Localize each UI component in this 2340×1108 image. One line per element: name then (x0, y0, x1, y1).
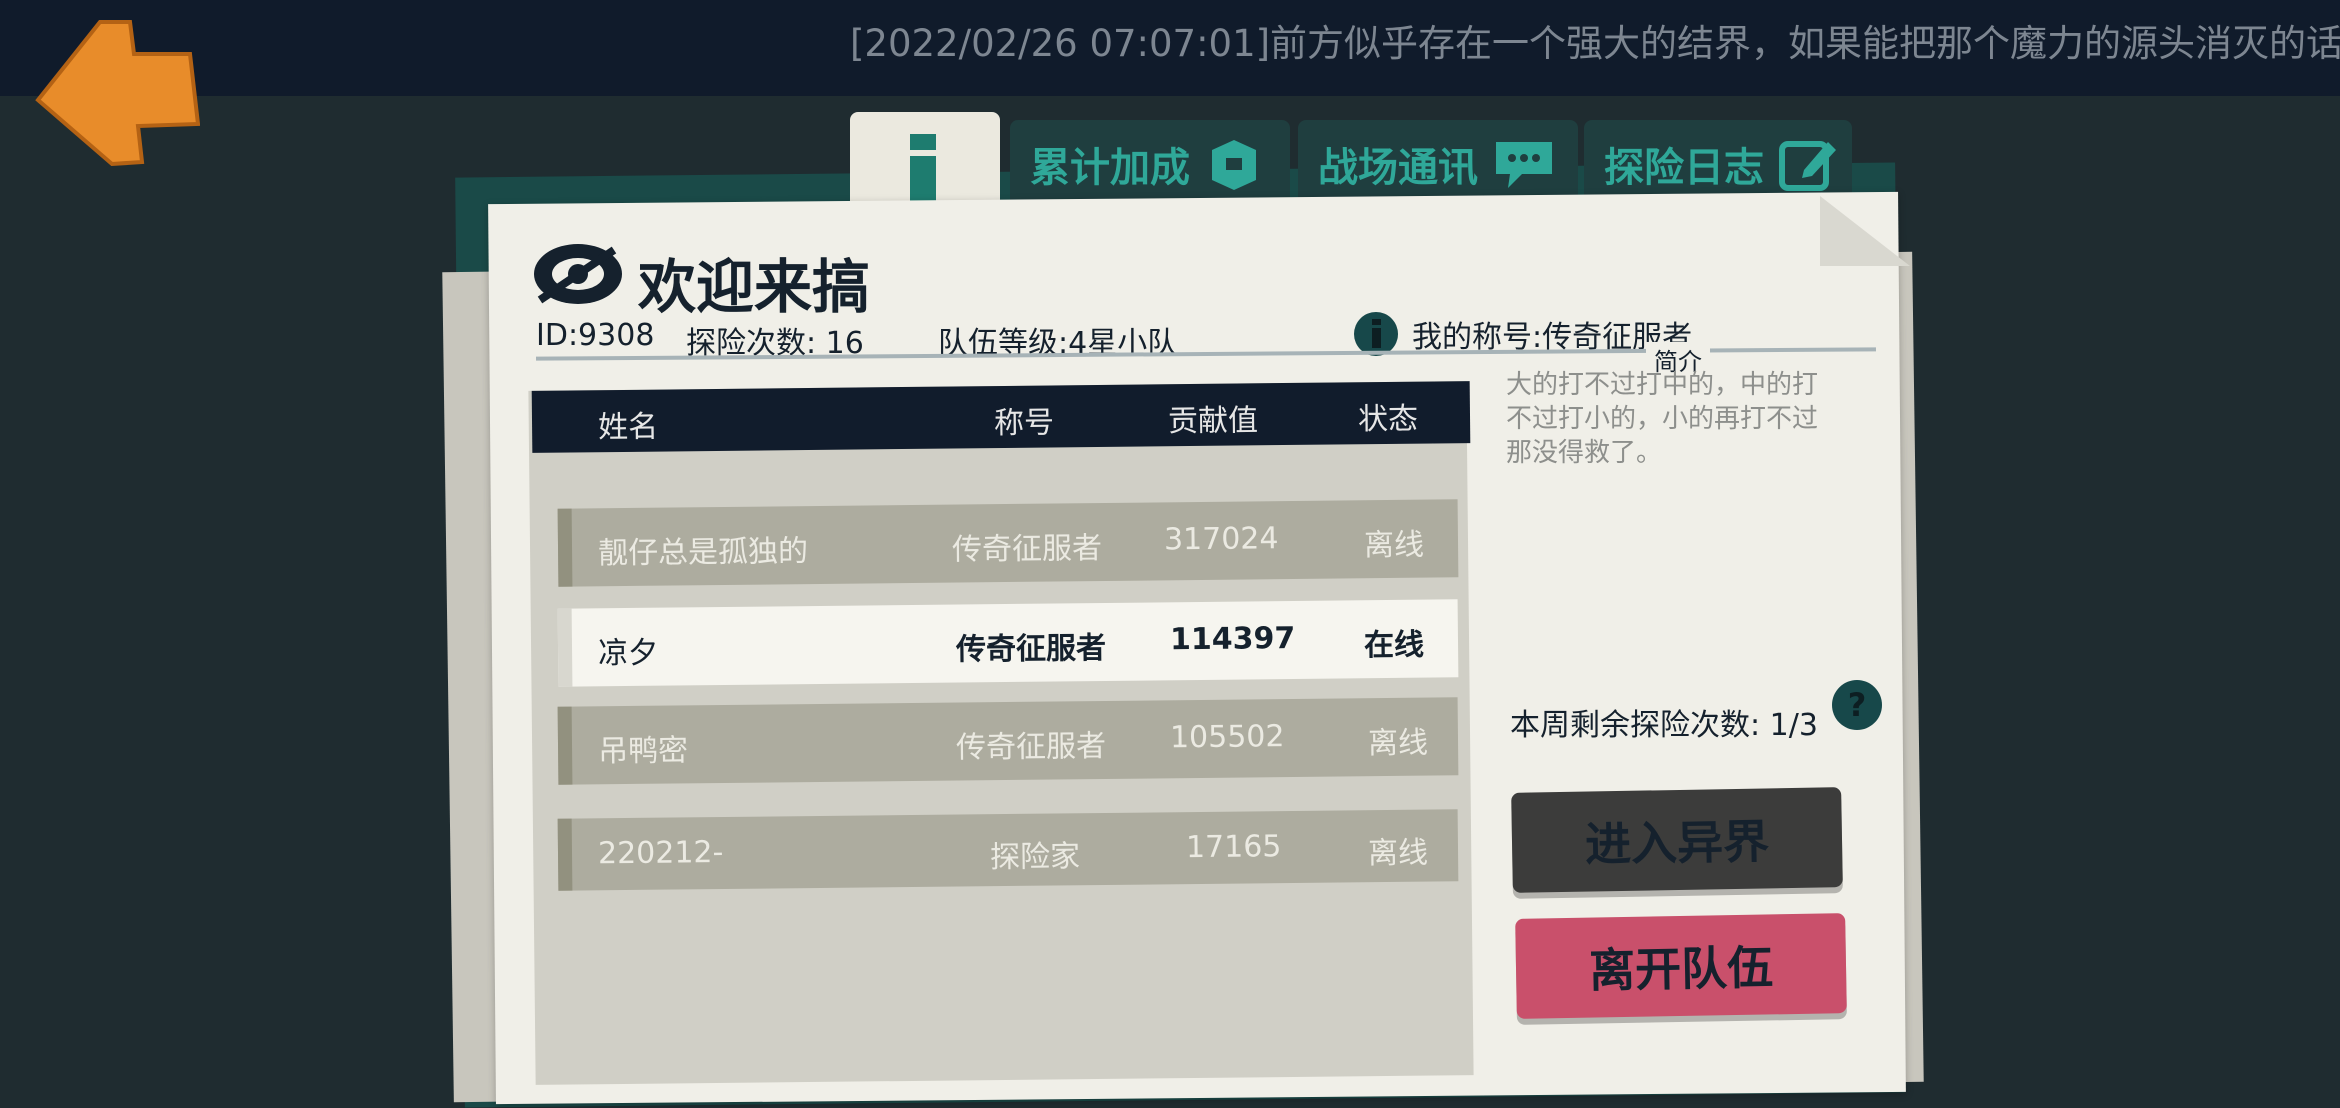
header-contribution: 贡献值 (1167, 403, 1259, 440)
table-header: 姓名 称号 贡献值 状态 (531, 381, 1471, 453)
svg-text:?: ? (1848, 686, 1867, 724)
table-row[interactable]: 220212- 探险家 17165 离线 (557, 809, 1459, 891)
header-status: 状态 (1357, 401, 1419, 438)
row-edge (557, 818, 573, 891)
member-title: 传奇征服者 (955, 630, 1107, 668)
top-bar: [2022/02/26 07:07:01]前方似乎存在一个强大的结界，如果能把那… (0, 0, 2340, 96)
box-icon (1212, 140, 1256, 190)
header-name: 姓名 (597, 409, 659, 446)
table-row[interactable]: 凉夕 传奇征服者 114397 在线 (557, 599, 1459, 687)
member-contribution: 17165 (1185, 829, 1282, 866)
member-name: 靓仔总是孤独的 (597, 534, 809, 572)
back-arrow-icon[interactable] (30, 14, 200, 174)
tab-label: 战场通讯 (1318, 145, 1478, 191)
member-contribution: 105502 (1169, 719, 1285, 756)
chat-bubble-icon (1496, 142, 1552, 188)
member-contribution: 317024 (1163, 521, 1279, 558)
row-edge (557, 706, 573, 785)
member-title: 传奇征服者 (951, 531, 1103, 568)
member-status: 离线 (1363, 527, 1425, 564)
member-status: 离线 (1367, 725, 1429, 762)
weekly-remaining: 本周剩余探险次数: 1/3 (1510, 708, 1818, 743)
member-title: 探险家 (989, 839, 1081, 876)
member-contribution: 114397 (1169, 620, 1296, 658)
tab-label: 探险日志 (1604, 145, 1764, 191)
edit-note-icon (1779, 141, 1836, 191)
header-title: 称号 (993, 405, 1055, 442)
announcement-ticker: [2022/02/26 07:07:01]前方似乎存在一个强大的结界，如果能把那… (850, 22, 2340, 65)
tab-cumulative-bonus[interactable]: 累计加成 (1010, 120, 1290, 208)
row-edge (557, 608, 573, 687)
leave-team-button[interactable]: 离开队伍 (1515, 913, 1847, 1019)
table-row[interactable]: 吊鸭密 传奇征服者 105502 离线 (557, 697, 1459, 785)
table-row[interactable]: 靓仔总是孤独的 传奇征服者 317024 离线 (557, 499, 1459, 587)
row-edge (557, 508, 573, 587)
tab-label: 累计加成 (1030, 145, 1190, 191)
team-id: ID:9308 (536, 318, 655, 353)
enter-otherworld-button[interactable]: 进入异界 (1511, 787, 1843, 893)
team-emblem-icon (534, 244, 622, 304)
help-icon[interactable]: ? (1830, 678, 1884, 732)
member-name: 凉夕 (597, 635, 659, 672)
member-status: 离线 (1367, 835, 1429, 872)
team-intro: 大的打不过打中的，中的打不过打小的，小的再打不过那没得救了。 (1506, 370, 1819, 468)
member-name: 吊鸭密 (597, 733, 689, 770)
team-name: 欢迎来搞 (638, 253, 871, 321)
member-name: 220212- (597, 834, 724, 872)
member-title: 传奇征服者 (955, 728, 1107, 766)
member-status: 在线 (1363, 627, 1425, 664)
